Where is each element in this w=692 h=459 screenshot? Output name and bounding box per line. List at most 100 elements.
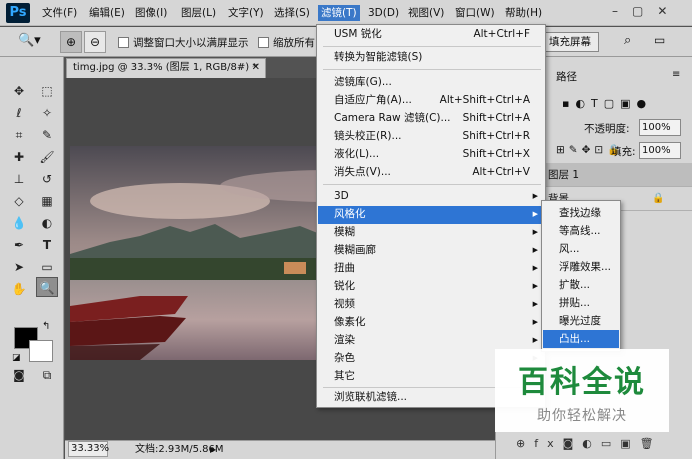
menu-item-distort[interactable]: 扭曲 ▶	[318, 260, 544, 278]
status-arrow-icon[interactable]: ▶	[210, 441, 216, 458]
submenu-arrow-icon: ▶	[532, 210, 538, 218]
menu-item-convert-smart-filter[interactable]: 转换为智能滤镜(S)	[318, 49, 544, 67]
menu-item-usm-sharpen[interactable]: USM 锐化 Alt+Ctrl+F	[318, 26, 544, 44]
lasso-tool-icon[interactable]: ℓ	[8, 103, 30, 123]
healing-brush-tool-icon[interactable]: ✚	[8, 147, 30, 167]
marquee-tool-icon[interactable]: ⬚	[36, 81, 58, 101]
window-controls[interactable]: –▢✕	[612, 4, 682, 22]
close-tab-icon[interactable]: ✕	[252, 59, 260, 77]
submenu-arrow-icon: ▶	[532, 246, 538, 254]
submenu-item-emboss[interactable]: 浮雕效果...	[543, 258, 619, 276]
menu-item-label: 滤镜库(G)...	[334, 76, 392, 88]
menu-item-blur[interactable]: 模糊 ▶	[318, 224, 544, 242]
status-bar: 33.33% 文档:2.93M/5.86M ▶	[65, 440, 495, 459]
zoom-tool-icon[interactable]: 🔍	[36, 277, 58, 297]
move-tool-icon[interactable]: ✥	[8, 81, 30, 101]
menu-item-shortcut: Alt+Ctrl+V	[472, 166, 530, 178]
swap-colors-icon[interactable]: ↰	[42, 321, 50, 332]
brush-tool-icon[interactable]: 🖌	[36, 147, 58, 167]
menu-view[interactable]: 视图(V)	[408, 5, 444, 21]
blur-tool-icon[interactable]: 💧	[8, 213, 30, 233]
gradient-tool-icon[interactable]: ▦	[36, 191, 58, 211]
menu-item-label: 像素化	[334, 316, 366, 328]
magic-wand-tool-icon[interactable]: ✧	[36, 103, 58, 123]
background-color-swatch[interactable]	[29, 340, 53, 362]
menu-item-lens-correction[interactable]: 镜头校正(R)... Shift+Ctrl+R	[318, 128, 544, 146]
submenu-item-wind[interactable]: 风...	[543, 240, 619, 258]
submenu-item-find-edges[interactable]: 查找边缘	[543, 204, 619, 222]
menu-edit[interactable]: 编辑(E)	[89, 5, 125, 21]
zoom-tool-preset-icon[interactable]: 🔍▾	[18, 33, 46, 51]
menu-type[interactable]: 文字(Y)	[228, 5, 264, 21]
menu-item-vanishing-point[interactable]: 消失点(V)... Alt+Ctrl+V	[318, 164, 544, 182]
screen-mode-icon[interactable]: ⧉	[36, 365, 58, 385]
crop-tool-icon[interactable]: ⌗	[8, 125, 30, 145]
paths-tab[interactable]: 路径	[556, 69, 577, 84]
menu-item-label: 风格化	[334, 208, 366, 220]
menu-item-label: 其它	[334, 370, 355, 382]
menu-image[interactable]: 图像(I)	[135, 5, 167, 21]
zoom-level-field[interactable]: 33.33%	[68, 441, 109, 457]
menu-item-video[interactable]: 视频 ▶	[318, 296, 544, 314]
menu-file[interactable]: 文件(F)	[42, 5, 77, 21]
document-tab[interactable]: timg.jpg @ 33.3% (图层 1, RGB/8#) * ✕	[66, 58, 266, 78]
fill-label: 填充:	[611, 146, 636, 158]
menu-item-filter-gallery[interactable]: 滤镜库(G)...	[318, 74, 544, 92]
menu-item-blur-gallery[interactable]: 模糊画廊 ▶	[318, 242, 544, 260]
pen-tool-icon[interactable]: ✒	[8, 235, 30, 255]
menu-layer[interactable]: 图层(L)	[181, 5, 216, 21]
submenu-arrow-icon: ▶	[532, 192, 538, 200]
submenu-item-solarize[interactable]: 曝光过度	[543, 312, 619, 330]
zoom-all-checkbox[interactable]	[258, 37, 269, 48]
menu-item-shortcut: Shift+Ctrl+X	[462, 148, 530, 160]
default-colors-icon[interactable]: ◪	[12, 353, 21, 363]
menu-separator	[323, 46, 541, 47]
hand-tool-icon[interactable]: ✋	[8, 279, 30, 299]
type-tool-icon[interactable]: T	[36, 235, 58, 255]
menu-item-adaptive-wide-angle[interactable]: 自适应广角(A)... Alt+Shift+Ctrl+A	[318, 92, 544, 110]
history-brush-tool-icon[interactable]: ↺	[36, 169, 58, 189]
shape-tool-icon[interactable]: ▭	[36, 257, 58, 277]
submenu-item-diffuse[interactable]: 扩散...	[543, 276, 619, 294]
menu-item-label: 浏览联机滤镜...	[334, 391, 408, 403]
layer-actions-bar[interactable]: ⊕fx◙◐▭▣🗑	[516, 437, 691, 450]
menu-3d[interactable]: 3D(D)	[368, 5, 399, 21]
eyedropper-tool-icon[interactable]: ✎	[36, 125, 58, 145]
zoom-in-button[interactable]: ⊕	[60, 31, 82, 53]
search-icon[interactable]: ⌕	[624, 33, 631, 48]
fill-field[interactable]: 100%	[639, 142, 681, 159]
menu-item-camera-raw[interactable]: Camera Raw 滤镜(C)... Shift+Ctrl+A	[318, 110, 544, 128]
dodge-tool-icon[interactable]: ◐	[36, 213, 58, 233]
menu-item-liquify[interactable]: 液化(L)... Shift+Ctrl+X	[318, 146, 544, 164]
menu-item-label: 液化(L)...	[334, 148, 380, 160]
stamp-tool-icon[interactable]: ⊥	[8, 169, 30, 189]
eraser-tool-icon[interactable]: ◇	[8, 191, 30, 211]
menu-item-pixelate[interactable]: 像素化 ▶	[318, 314, 544, 332]
menu-select[interactable]: 选择(S)	[274, 5, 310, 21]
layer-filter-icons[interactable]: ▪◐T▢▣●	[562, 97, 692, 110]
menu-item-3d[interactable]: 3D ▶	[318, 188, 544, 206]
path-selection-tool-icon[interactable]: ➤	[8, 257, 30, 277]
workspace-icon[interactable]: ▭	[654, 33, 665, 47]
stylize-submenu: 查找边缘 等高线... 风... 浮雕效果... 扩散... 拼贴... 曝光过…	[541, 200, 621, 352]
resize-windows-checkbox[interactable]	[118, 37, 129, 48]
document-tab-title: timg.jpg @ 33.3% (图层 1, RGB/8#) *	[73, 62, 258, 73]
submenu-item-extrude[interactable]: 凸出...	[543, 330, 619, 348]
menu-help[interactable]: 帮助(H)	[505, 5, 542, 21]
menu-filter[interactable]: 滤镜(T)	[318, 5, 360, 21]
menu-item-stylize[interactable]: 风格化 ▶	[318, 206, 544, 224]
zoom-out-button[interactable]: ⊖	[84, 31, 106, 53]
panel-menu-icon[interactable]: ≡	[672, 69, 680, 80]
submenu-item-trace-contour[interactable]: 等高线...	[543, 222, 619, 240]
menu-window[interactable]: 窗口(W)	[455, 5, 495, 21]
submenu-arrow-icon: ▶	[532, 336, 538, 344]
submenu-arrow-icon: ▶	[532, 300, 538, 308]
submenu-item-tiles[interactable]: 拼贴...	[543, 294, 619, 312]
opacity-field[interactable]: 100%	[639, 119, 681, 136]
submenu-arrow-icon: ▶	[532, 282, 538, 290]
fill-screen-button[interactable]: 填充屏幕	[541, 32, 599, 52]
menu-item-label: 模糊画廊	[334, 244, 376, 256]
menu-item-sharpen[interactable]: 锐化 ▶	[318, 278, 544, 296]
menu-item-render[interactable]: 渲染 ▶	[318, 332, 544, 350]
quick-mask-icon[interactable]: ◙	[8, 365, 30, 385]
